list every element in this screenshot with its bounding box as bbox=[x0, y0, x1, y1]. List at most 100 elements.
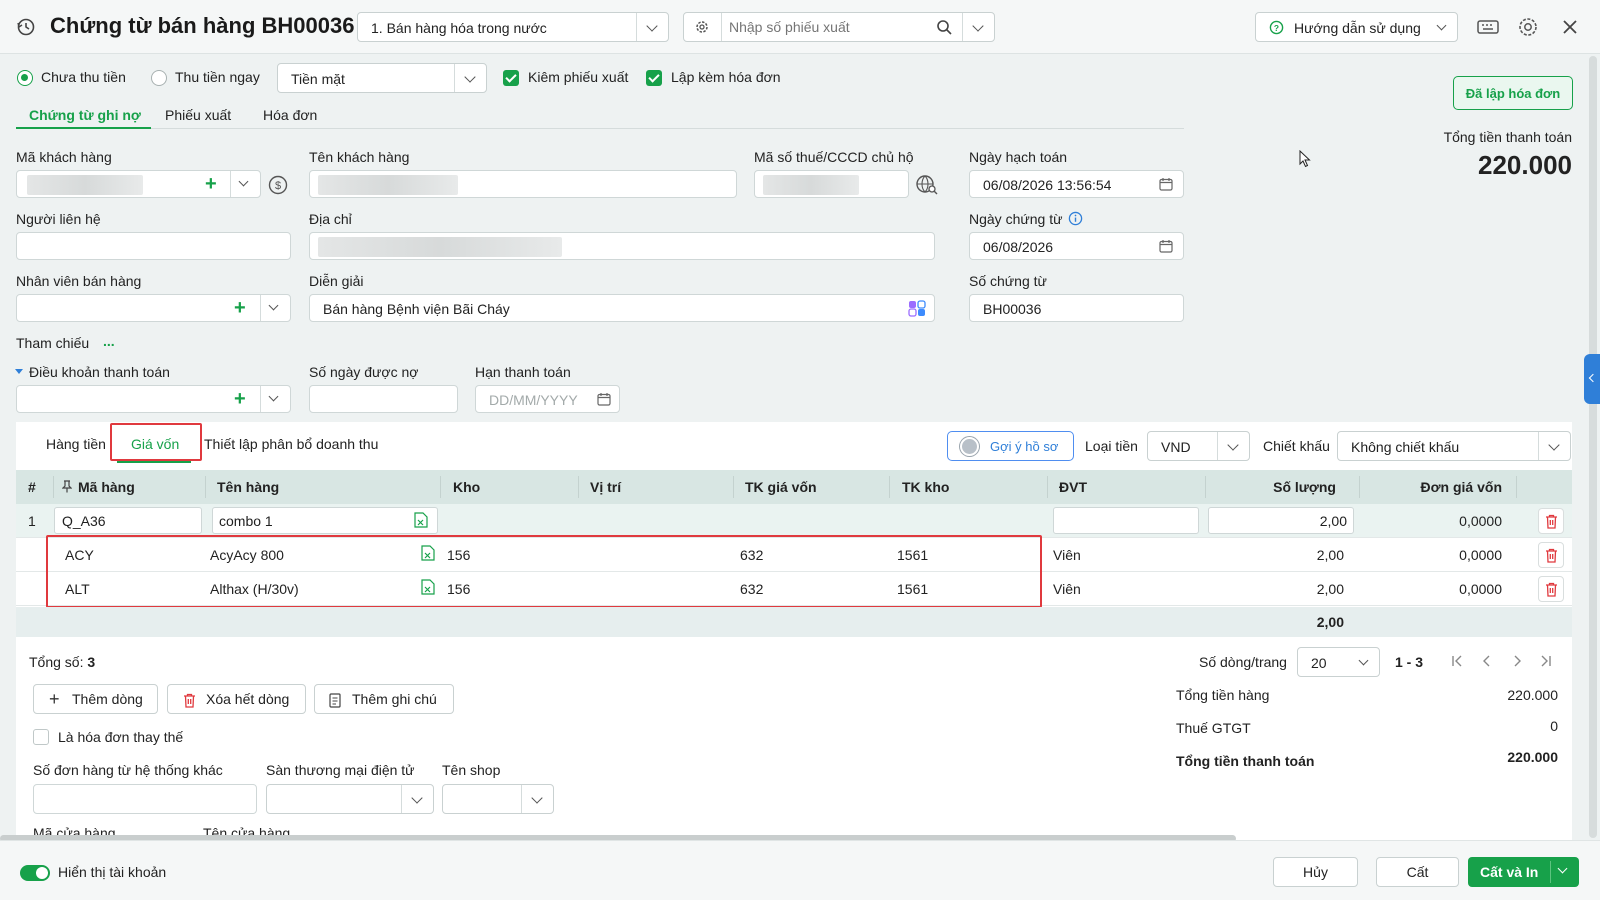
marketplace-select[interactable] bbox=[266, 784, 434, 814]
calendar-icon[interactable] bbox=[1159, 239, 1173, 253]
add-staff-icon[interactable]: + bbox=[234, 298, 246, 318]
posting-date-input[interactable]: 06/08/2026 13:56:54 bbox=[969, 170, 1184, 198]
chevron-down-icon[interactable] bbox=[268, 300, 279, 311]
chevron-down-icon[interactable] bbox=[1217, 432, 1249, 460]
doc-no-input[interactable]: BH00036 bbox=[969, 294, 1184, 322]
credit-days-input[interactable] bbox=[309, 385, 458, 413]
add-terms-icon[interactable]: + bbox=[234, 389, 246, 409]
tax-code-label: Mã số thuế/CCCD chủ hộ bbox=[754, 149, 914, 165]
excel-file-icon[interactable] bbox=[414, 512, 428, 528]
save-print-button[interactable]: Cất và In bbox=[1468, 857, 1579, 887]
search-icon[interactable] bbox=[936, 19, 952, 35]
sales-staff-input[interactable]: + bbox=[16, 294, 291, 322]
tax-code-input[interactable] bbox=[754, 170, 909, 198]
col-unit: ĐVT bbox=[1059, 479, 1087, 495]
tab-active-underline bbox=[16, 127, 151, 129]
chevron-down-icon[interactable] bbox=[636, 13, 668, 41]
chevron-down-icon[interactable] bbox=[238, 176, 249, 187]
calendar-icon[interactable] bbox=[597, 392, 611, 406]
chevron-down-icon[interactable] bbox=[521, 785, 553, 813]
ext-order-input[interactable] bbox=[33, 784, 257, 814]
currency-select[interactable]: VND bbox=[1147, 431, 1250, 461]
add-customer-icon[interactable]: + bbox=[205, 174, 217, 194]
vertical-scrollbar[interactable] bbox=[1589, 56, 1597, 838]
reference-more-link[interactable]: ... bbox=[103, 333, 115, 349]
chevron-down-icon[interactable] bbox=[962, 13, 994, 41]
rows-per-page-select[interactable]: 20 bbox=[1297, 647, 1380, 677]
voucher-type-select[interactable]: 1. Bán hàng hóa trong nước bbox=[357, 12, 669, 42]
address-input[interactable] bbox=[309, 232, 935, 260]
radio-paid-now[interactable] bbox=[151, 70, 167, 86]
export-search-box[interactable] bbox=[683, 12, 995, 42]
history-icon[interactable] bbox=[16, 17, 36, 37]
chevron-down-icon[interactable] bbox=[268, 391, 279, 402]
description-input[interactable]: Bán hàng Bệnh viện Bãi Cháy bbox=[309, 294, 935, 322]
payment-method-select[interactable]: Tiền mặt bbox=[277, 63, 487, 93]
due-date-input[interactable]: DD/MM/YYYY bbox=[475, 385, 620, 413]
currency-icon[interactable]: $ bbox=[268, 175, 288, 195]
export-search-input[interactable] bbox=[729, 18, 919, 36]
ai-suggest-icon[interactable] bbox=[908, 300, 926, 317]
cancel-button[interactable]: Hủy bbox=[1273, 857, 1358, 887]
suggest-profile-button[interactable]: Gợi ý hồ sơ bbox=[947, 431, 1074, 461]
invoice-created-button[interactable]: Đã lập hóa đơn bbox=[1453, 76, 1573, 110]
chevron-left-icon bbox=[1588, 373, 1598, 383]
tab-revenue-allocation[interactable]: Thiết lập phân bổ doanh thu bbox=[204, 436, 378, 452]
page-range: 1 - 3 bbox=[1395, 654, 1424, 670]
unit-input[interactable] bbox=[1053, 507, 1199, 534]
item-name-input[interactable]: combo 1 bbox=[212, 507, 438, 534]
doc-date-input[interactable]: 06/08/2026 bbox=[969, 232, 1184, 260]
add-note-button[interactable]: Thêm ghi chú bbox=[314, 684, 454, 714]
vat-label: Thuế GTGT bbox=[1176, 720, 1251, 736]
info-icon[interactable] bbox=[1068, 211, 1083, 226]
radio-unpaid[interactable] bbox=[17, 70, 33, 86]
checkbox-invoice[interactable] bbox=[646, 70, 662, 86]
last-page-icon[interactable] bbox=[1539, 654, 1553, 668]
tab-export-slip[interactable]: Phiếu xuất bbox=[165, 107, 231, 123]
chevron-down-icon[interactable] bbox=[1557, 863, 1568, 874]
next-page-icon[interactable] bbox=[1510, 654, 1524, 668]
chevron-down-icon[interactable] bbox=[1538, 432, 1570, 460]
delete-row-button[interactable] bbox=[1538, 508, 1564, 534]
radio-paid-now-label: Thu tiền ngay bbox=[175, 69, 260, 85]
table-row[interactable]: 1 Q_A36 combo 1 2,00 0,0000 bbox=[16, 504, 1572, 538]
close-icon[interactable] bbox=[1557, 14, 1583, 40]
settings-icon[interactable] bbox=[1515, 14, 1541, 40]
side-panel-toggle[interactable] bbox=[1584, 354, 1600, 404]
contact-person-input[interactable] bbox=[16, 232, 291, 260]
replace-invoice-checkbox[interactable] bbox=[33, 729, 49, 745]
chevron-down-icon[interactable] bbox=[401, 785, 433, 813]
chevron-down-icon[interactable] bbox=[454, 64, 486, 92]
customer-name-input[interactable] bbox=[309, 170, 737, 198]
redacted-value bbox=[763, 175, 859, 195]
delete-row-button[interactable] bbox=[1538, 542, 1564, 568]
tab-invoice[interactable]: Hóa đơn bbox=[263, 107, 317, 123]
save-button[interactable]: Cất bbox=[1376, 857, 1459, 887]
reference-label: Tham chiếu bbox=[16, 335, 90, 351]
redacted-value bbox=[318, 237, 562, 257]
discount-select[interactable]: Không chiết khấu bbox=[1337, 431, 1571, 461]
collapse-caret-icon[interactable] bbox=[15, 369, 23, 374]
tab-debit-voucher[interactable]: Chứng từ ghi nợ bbox=[29, 107, 141, 123]
tab-goods-money[interactable]: Hàng tiền bbox=[46, 436, 106, 452]
delete-row-button[interactable] bbox=[1538, 576, 1564, 602]
show-accounts-toggle[interactable] bbox=[20, 865, 50, 881]
keyboard-icon[interactable] bbox=[1475, 14, 1501, 40]
shop-name-select[interactable] bbox=[442, 784, 554, 814]
delete-all-rows-button[interactable]: Xóa hết dòng bbox=[167, 684, 306, 714]
payment-terms-input[interactable]: + bbox=[16, 385, 291, 413]
help-dropdown[interactable]: ? Hướng dẫn sử dụng bbox=[1255, 12, 1458, 42]
globe-search-icon[interactable] bbox=[915, 174, 939, 196]
add-row-label: Thêm dòng bbox=[72, 691, 143, 707]
customer-code-input[interactable]: + bbox=[16, 170, 261, 198]
item-code-input[interactable]: Q_A36 bbox=[54, 507, 202, 534]
gear-icon[interactable] bbox=[694, 19, 710, 35]
prev-page-icon[interactable] bbox=[1480, 654, 1494, 668]
due-date-placeholder: DD/MM/YYYY bbox=[489, 392, 578, 408]
checkbox-export[interactable] bbox=[503, 70, 519, 86]
add-row-button[interactable]: + Thêm dòng bbox=[33, 684, 158, 714]
pin-icon[interactable] bbox=[62, 480, 72, 493]
calendar-icon[interactable] bbox=[1159, 177, 1173, 191]
quantity-input[interactable]: 2,00 bbox=[1208, 507, 1354, 534]
first-page-icon[interactable] bbox=[1450, 654, 1464, 668]
